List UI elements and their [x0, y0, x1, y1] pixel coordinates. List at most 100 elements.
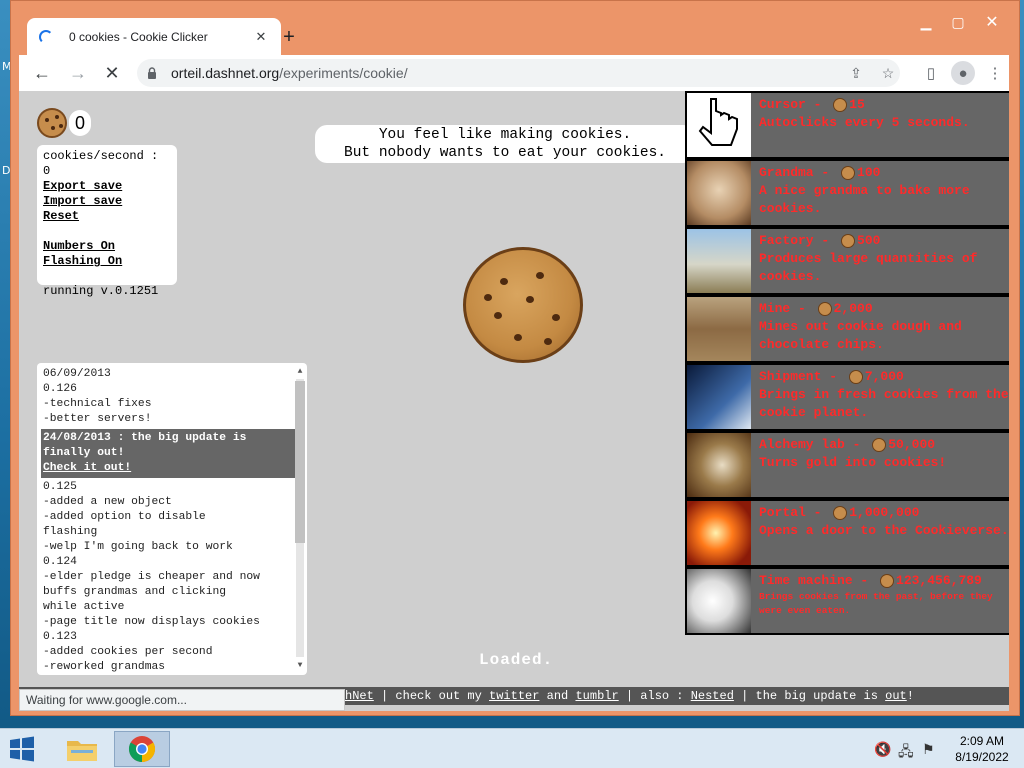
- changelog-line: 0.126: [43, 383, 77, 395]
- store-item-time-machine[interactable]: Time machine - 123,456,789 Brings cookies…: [687, 569, 1009, 633]
- store-item-description: Opens a door to the Cookieverse.: [759, 523, 1009, 538]
- loading-spinner-icon: [39, 29, 53, 44]
- menu-kebab-icon[interactable]: ⋮: [983, 61, 1007, 85]
- twitter-link[interactable]: twitter: [489, 689, 539, 703]
- folder-icon: [67, 741, 97, 761]
- announcement-line-1: 24/08/2013 : the big update is: [43, 432, 247, 444]
- out-link[interactable]: out: [885, 689, 907, 703]
- cursor-icon: [687, 93, 751, 157]
- cookie-price-icon: [817, 302, 832, 316]
- store-item-price: 500: [857, 233, 881, 248]
- back-button[interactable]: ←: [29, 60, 55, 86]
- windows-start-icon[interactable]: [6, 735, 38, 763]
- cookie-price-icon: [848, 370, 863, 384]
- store-item-description: A nice grandma to bake more cookies.: [759, 183, 970, 216]
- store-item-description: Brings cookies from the past, before the…: [759, 591, 993, 616]
- scroll-up-arrow-icon[interactable]: ▲: [294, 366, 306, 378]
- file-explorer-taskbar-button[interactable]: [54, 731, 110, 767]
- browser-window: 0 cookies - Cookie Clicker ✕ + ▁ ▢ ✕ ← →…: [10, 0, 1020, 716]
- dashnet-link[interactable]: hNet: [345, 689, 374, 703]
- volume-muted-icon[interactable]: 🔇: [874, 741, 891, 758]
- update-announcement: 24/08/2013 : the big update is finally o…: [41, 429, 295, 478]
- store-item-name: Grandma: [759, 165, 814, 180]
- store-item-portal[interactable]: Portal - 1,000,000 Opens a door to the Co…: [687, 501, 1009, 565]
- import-save-link[interactable]: Import save: [43, 194, 171, 209]
- store-item-factory[interactable]: Factory - 500 Produces large quantities o…: [687, 229, 1009, 293]
- changelog-line: buffs grandmas and clicking: [43, 586, 227, 598]
- profile-avatar[interactable]: ●: [951, 61, 975, 85]
- reset-link[interactable]: Reset: [43, 209, 171, 224]
- tab-title: 0 cookies - Cookie Clicker: [69, 29, 208, 44]
- forward-button[interactable]: →: [65, 60, 91, 86]
- minimize-button[interactable]: ▁: [911, 11, 941, 33]
- bookmark-star-icon[interactable]: ☆: [877, 63, 899, 83]
- cookie-price-icon: [841, 166, 856, 180]
- store-item-description: Autoclicks every 5 seconds.: [759, 115, 970, 130]
- cookie-price-icon: [880, 574, 895, 588]
- scroll-down-arrow-icon[interactable]: ▼: [294, 660, 306, 672]
- numbers-toggle-link[interactable]: Numbers On: [43, 239, 171, 254]
- cookies-per-second: cookies/second : 0: [43, 149, 159, 178]
- tumblr-link[interactable]: tumblr: [575, 689, 618, 703]
- grandma-icon: [687, 161, 751, 225]
- close-window-button[interactable]: ✕: [977, 11, 1007, 33]
- shipment-icon: [687, 365, 751, 429]
- scrollbar-thumb[interactable]: [295, 381, 305, 543]
- store-item-description: Brings in fresh cookies from the cookie …: [759, 387, 1009, 420]
- version-text: running v.0.1251: [43, 284, 159, 298]
- export-save-link[interactable]: Export save: [43, 179, 171, 194]
- tab-close-icon[interactable]: ✕: [251, 27, 271, 47]
- message-line-1: You feel like making cookies.: [378, 127, 632, 143]
- maximize-button[interactable]: ▢: [943, 11, 973, 33]
- flashing-toggle-link[interactable]: Flashing On: [43, 254, 171, 269]
- check-it-out-link[interactable]: Check it out!: [43, 461, 293, 476]
- news-message: You feel like making cookies. But nobody…: [315, 125, 695, 163]
- changelog-line: 06/09/2013: [43, 368, 111, 380]
- store-item-alchemy-lab[interactable]: Alchemy lab - 50,000 Turns gold into cook…: [687, 433, 1009, 497]
- store-item-name: Factory: [759, 233, 814, 248]
- changelog-line: 0.123: [43, 631, 77, 643]
- changelog-line: -added cookies per second: [43, 646, 213, 658]
- stop-loading-button[interactable]: ✕: [99, 60, 125, 86]
- store-panel: Cursor - 15 Autoclicks every 5 seconds. Gr…: [685, 91, 1009, 635]
- store-item-mine[interactable]: Mine - 2,000 Mines out cookie dough and c…: [687, 297, 1009, 361]
- store-item-cursor[interactable]: Cursor - 15 Autoclicks every 5 seconds.: [687, 93, 1009, 157]
- changelog-content: 06/09/2013 0.126 -technical fixes -better s…: [41, 367, 295, 675]
- changelog-line: -reworked grandmas: [43, 661, 166, 673]
- share-icon[interactable]: ⇪: [845, 63, 867, 83]
- chrome-taskbar-button[interactable]: [114, 731, 170, 767]
- store-item-grandma[interactable]: Grandma - 100 A nice grandma to bake more…: [687, 161, 1009, 225]
- changelog-line: -added a new object: [43, 496, 172, 508]
- changelog-panel[interactable]: 06/09/2013 0.126 -technical fixes -better s…: [37, 363, 307, 675]
- time-machine-icon: [687, 569, 751, 633]
- cookie-price-icon: [841, 234, 856, 248]
- cookie-count: 0: [69, 110, 92, 136]
- action-center-icon[interactable]: ⚑: [922, 741, 935, 758]
- cookie-price-icon: [833, 98, 848, 112]
- changelog-line: 0.124: [43, 556, 77, 568]
- changelog-line: -technical fixes: [43, 398, 152, 410]
- side-panel-icon[interactable]: ▯: [919, 61, 943, 85]
- big-cookie-button[interactable]: [463, 247, 583, 363]
- store-item-price: 7,000: [864, 369, 904, 384]
- status-bubble: Waiting for www.google.com...: [19, 689, 345, 711]
- title-bar: 0 cookies - Cookie Clicker ✕ + ▁ ▢ ✕: [11, 1, 1019, 55]
- store-item-name: Time machine: [759, 573, 853, 588]
- store-item-price: 100: [857, 165, 881, 180]
- network-icon[interactable]: 🖧: [898, 741, 914, 765]
- changelog-scrollbar[interactable]: ▲ ▼: [293, 365, 305, 673]
- url-text: orteil.dashnet.org/experiments/cookie/: [171, 65, 408, 81]
- loaded-text: Loaded.: [479, 651, 554, 669]
- lock-icon: [148, 67, 156, 79]
- store-item-price: 15: [849, 97, 865, 112]
- browser-toolbar: ← → ✕ orteil.dashnet.org/experiments/coo…: [19, 55, 1009, 91]
- nested-link[interactable]: Nested: [691, 689, 734, 703]
- address-bar[interactable]: orteil.dashnet.org/experiments/cookie/ ⇪…: [137, 59, 900, 87]
- chrome-icon: [128, 736, 156, 763]
- store-item-name: Alchemy lab: [759, 437, 845, 452]
- changelog-line: -welp I'm going back to work: [43, 541, 233, 553]
- browser-tab[interactable]: 0 cookies - Cookie Clicker ✕: [27, 18, 281, 55]
- store-item-shipment[interactable]: Shipment - 7,000 Brings in fresh cookies …: [687, 365, 1009, 429]
- new-tab-button[interactable]: +: [277, 25, 301, 49]
- clock[interactable]: 2:09 AM 8/19/2022: [950, 733, 1014, 765]
